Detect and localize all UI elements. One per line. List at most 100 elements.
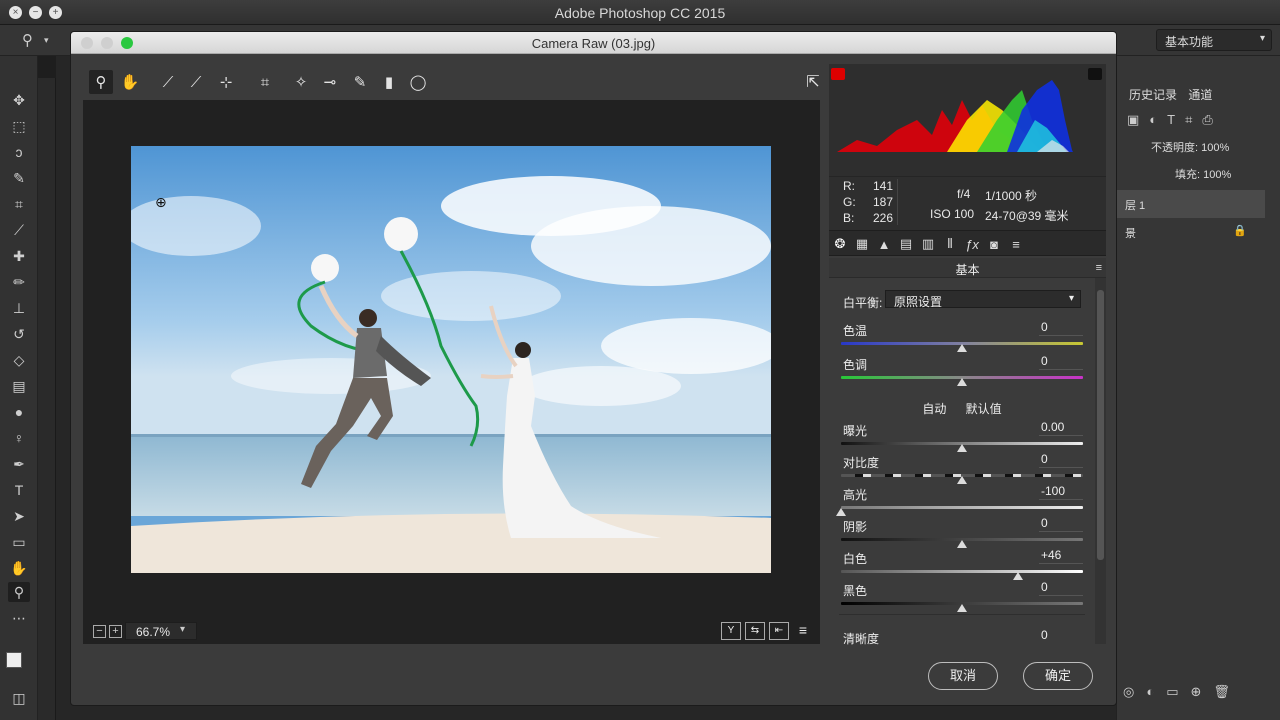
rectangle-tool-icon[interactable]: ▭ (8, 532, 30, 552)
before-after-view-button[interactable]: Y (721, 622, 741, 640)
slider-thumb[interactable] (1012, 572, 1023, 580)
exposure-slider[interactable]: 曝光 0.00 (841, 420, 1083, 454)
zoom-level-field[interactable]: 66.7% (125, 622, 197, 640)
zoom-tool-icon[interactable]: ⚲ (89, 70, 113, 94)
split-toning-tab-icon[interactable]: ▥ (919, 236, 937, 252)
highlights-slider[interactable]: 高光 -100 (836, 484, 1083, 518)
fill-control[interactable]: 填充: 100% (1175, 166, 1231, 182)
copy-settings-button[interactable]: ⇤ (769, 622, 789, 640)
toggle-settings-button[interactable]: ≡ (793, 622, 813, 640)
slider-thumb[interactable] (957, 444, 967, 452)
pen-tool-icon[interactable]: ✒ (8, 454, 30, 474)
blacks-slider[interactable]: 黑色 0 (841, 580, 1083, 614)
type-tool-icon[interactable]: T (8, 480, 30, 500)
hsl-tab-icon[interactable]: ▤ (897, 236, 915, 252)
slider-thumb[interactable] (957, 476, 967, 484)
workspace-select[interactable]: 基本功能 ▾ (1156, 29, 1272, 51)
opacity-control[interactable]: 不透明度: 100% (1151, 139, 1229, 155)
history-brush-icon[interactable]: ↺ (8, 324, 30, 344)
color-sampler-icon[interactable]: ⟋ (184, 70, 208, 94)
brush-tool-icon[interactable]: ✏ (8, 272, 30, 292)
path-select-icon[interactable]: ➤ (8, 506, 30, 526)
swap-before-after-button[interactable]: ⇆ (745, 622, 765, 640)
layer-row[interactable]: 层 1 (1117, 190, 1265, 218)
slider-value[interactable]: 0 (1039, 516, 1083, 532)
quick-mask-icon[interactable]: ◫ (8, 688, 30, 708)
zoom-tool-icon[interactable]: ⚲ (22, 31, 33, 49)
dodge-tool-icon[interactable]: ♀ (8, 428, 30, 448)
layer-actions-icons[interactable]: ◎◐▭⊕🗑 (1123, 684, 1242, 700)
effects-tab-icon[interactable]: ƒx (963, 236, 981, 252)
zoom-out-button[interactable]: − (93, 625, 106, 638)
layer-row[interactable]: 景 🔒 (1117, 218, 1265, 246)
graduated-filter-icon[interactable]: ▮ (377, 70, 401, 94)
slider-value[interactable]: 0 (1039, 320, 1083, 336)
presets-tab-icon[interactable]: ≡ (1007, 236, 1025, 252)
eraser-tool-icon[interactable]: ◇ (8, 350, 30, 370)
blur-tool-icon[interactable]: ● (8, 402, 30, 422)
panel-scrollbar[interactable] (1095, 278, 1106, 644)
marquee-tool-icon[interactable]: ⬚ (8, 116, 30, 136)
whites-slider[interactable]: 白色 +46 (841, 548, 1083, 582)
tint-slider[interactable]: 色调 0 (841, 354, 1083, 388)
camera-calibration-tab-icon[interactable]: ◙ (985, 236, 1003, 252)
shadow-clip-warning-icon[interactable] (831, 68, 845, 80)
slider-thumb[interactable] (836, 508, 846, 516)
tab-channels[interactable]: 通道 (1188, 88, 1212, 102)
chevron-down-icon[interactable]: ▾ (180, 624, 185, 635)
crop-tool-icon[interactable]: ⌗ (253, 70, 277, 94)
opacity-value[interactable]: 100% (1201, 142, 1229, 154)
eyedropper-tool-icon[interactable]: ⟋ (8, 220, 30, 240)
targeted-adjust-icon[interactable]: ⊹ (214, 70, 238, 94)
shadows-slider[interactable]: 阴影 0 (841, 516, 1083, 550)
wedding-photo[interactable]: ⊕ (131, 146, 771, 573)
panel-menu-icon[interactable]: ≡ (1096, 262, 1102, 274)
foreground-color-swatch[interactable] (6, 652, 22, 668)
slider-track[interactable] (841, 506, 1083, 509)
quick-select-icon[interactable]: ✎ (8, 168, 30, 188)
more-tools-icon[interactable]: ⋯ (8, 608, 30, 628)
move-tool-icon[interactable]: ✥ (8, 90, 30, 110)
zoom-in-button[interactable]: + (109, 625, 122, 638)
adjustment-brush-icon[interactable]: ✎ (348, 70, 372, 94)
auto-button[interactable]: 自动 (922, 402, 946, 416)
tab-history[interactable]: 历史记录 (1129, 88, 1177, 102)
slider-value[interactable]: 0 (1039, 354, 1083, 370)
slider-thumb[interactable] (957, 344, 967, 352)
slider-value[interactable]: 0.00 (1039, 420, 1083, 436)
scrollbar-thumb[interactable] (1097, 290, 1104, 560)
cancel-button[interactable]: 取消 (928, 662, 998, 690)
slider-thumb[interactable] (957, 604, 967, 612)
red-eye-icon[interactable]: ⊸ (318, 70, 342, 94)
basic-tab-icon[interactable]: ❂ (831, 236, 849, 252)
white-balance-tool-icon[interactable]: ⟋ (156, 70, 180, 94)
slider-value[interactable]: 0 (1039, 580, 1083, 596)
image-preview[interactable]: ⊕ (83, 100, 820, 644)
detail-tab-icon[interactable]: ▲ (875, 236, 893, 252)
slider-value[interactable]: 0 (1039, 628, 1083, 644)
slider-value[interactable]: 0 (1039, 452, 1083, 468)
gradient-tool-icon[interactable]: ▤ (8, 376, 30, 396)
hand-tool-icon[interactable]: ✋ (8, 558, 30, 578)
zoom-tool-icon[interactable]: ⚲ (8, 582, 30, 602)
slider-track[interactable] (841, 570, 1083, 573)
lens-corrections-tab-icon[interactable]: ⦀ (941, 236, 959, 252)
contrast-slider[interactable]: 对比度 0 (841, 452, 1083, 486)
highlight-clip-warning-icon[interactable] (1088, 68, 1102, 80)
clarity-slider[interactable]: 清晰度 0 (841, 628, 1083, 662)
white-balance-select[interactable]: 原照设置 ▾ (885, 290, 1081, 309)
crop-tool-icon[interactable]: ⌗ (8, 194, 30, 214)
slider-value[interactable]: -100 (1039, 484, 1083, 500)
slider-thumb[interactable] (957, 378, 967, 386)
tone-curve-tab-icon[interactable]: ▦ (853, 236, 871, 252)
chevron-down-icon[interactable]: ▾ (44, 35, 49, 46)
hand-tool-icon[interactable]: ✋ (118, 70, 142, 94)
layer-filter-icons[interactable]: ▣◐T⌗⎙ (1127, 112, 1223, 128)
temperature-slider[interactable]: 色温 0 (841, 320, 1083, 354)
default-button[interactable]: 默认值 (966, 402, 1002, 416)
healing-brush-icon[interactable]: ✚ (8, 246, 30, 266)
slider-thumb[interactable] (957, 540, 967, 548)
spot-removal-icon[interactable]: ✧ (289, 70, 313, 94)
stamp-tool-icon[interactable]: ⊥ (8, 298, 30, 318)
radial-filter-icon[interactable]: ◯ (406, 70, 430, 94)
